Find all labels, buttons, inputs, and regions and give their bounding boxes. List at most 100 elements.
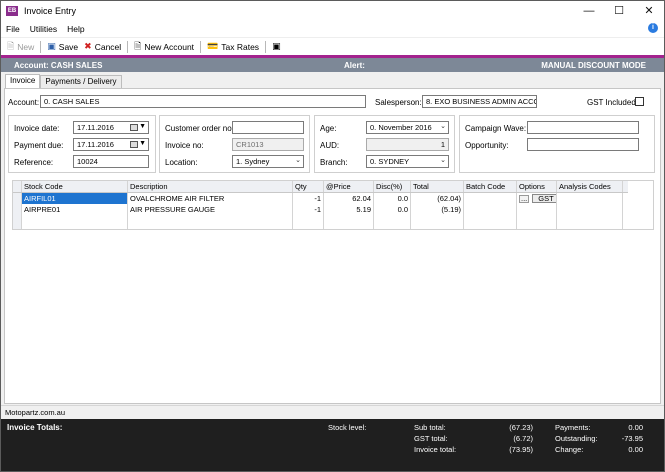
qty-cell[interactable]: -1 [293,204,324,215]
tab-payments-delivery[interactable]: Payments / Delivery [40,75,122,88]
toolbar-separator [200,40,202,53]
status-bar: Motopartz.com.au [1,405,664,418]
subtotal-label: Sub total: [414,423,446,432]
subtotal-value: (67.23) [509,423,533,432]
campaign-wave-field[interactable] [527,121,639,134]
cancel-button[interactable]: ✖ Cancel [81,39,124,54]
aging-group: Age: 0. November 2016 ⌄ AUD: 1 Branch: 0.… [314,115,455,173]
chevron-down-icon[interactable]: ▼ [139,139,146,149]
reference-label: Reference: [14,158,54,167]
qty-cell[interactable]: -1 [293,193,324,204]
toolbar-separator [40,40,42,53]
outstanding-value: -73.95 [621,434,643,443]
calendar-icon[interactable] [130,141,138,148]
invoice-date-picker[interactable]: 17.11.2016 ▼ [73,121,149,134]
age-select[interactable]: 0. November 2016 ⌄ [366,121,449,134]
analysis-codes-cell[interactable] [557,193,623,204]
price-cell[interactable]: 5.19 [324,204,374,215]
location-select[interactable]: 1. Sydney ⌄ [232,155,304,168]
new-button[interactable]: 🗎 New [4,39,37,54]
chevron-down-icon[interactable]: ▼ [139,122,146,132]
table-row[interactable]: AIRFIL01 OVALCHROME AIR FILTER -1 62.04 … [13,193,628,204]
column-header[interactable]: Description [128,181,293,192]
stock-code-cell[interactable]: AIRFIL01 [22,193,128,204]
invoice-totals-panel: Invoice Totals: Stock level: Sub total: … [1,419,664,471]
minimize-icon[interactable]: — [574,1,604,20]
options-ellipsis-button[interactable]: ... [519,195,530,203]
column-header[interactable]: Qty [293,181,324,192]
notes-button[interactable]: ▣ [269,39,287,54]
analysis-codes-cell[interactable] [557,204,623,215]
column-header[interactable]: Options [517,181,557,192]
stock-code-cell[interactable]: AIRPRE01 [22,204,128,215]
maximize-icon[interactable]: ☐ [604,1,634,20]
description-cell[interactable]: AIR PRESSURE GAUGE [128,204,293,215]
tax-rates-button[interactable]: 💳 Tax Rates [204,39,262,54]
new-account-button[interactable]: 🗎 New Account [131,39,197,54]
menu-help[interactable]: Help [67,24,84,34]
discount-cell[interactable]: 0.0 [374,204,411,215]
change-label: Change: [555,445,584,454]
row-indicator[interactable] [13,204,22,215]
new-document-icon: 🗎 [7,40,15,51]
save-button[interactable]: ▣ Save [44,39,81,54]
invoice-total-label: Invoice total: [414,445,457,454]
info-icon[interactable]: i [648,23,658,33]
calendar-icon[interactable] [130,124,138,131]
column-header[interactable]: Analysis Codes [557,181,623,192]
discount-mode-status: MANUAL DISCOUNT MODE [541,60,646,70]
location-label: Location: [165,158,198,167]
cancel-x-icon: ✖ [84,41,92,51]
menu-utilities[interactable]: Utilities [30,24,57,34]
row-indicator[interactable] [13,193,22,204]
gst-total-value: (6.72) [513,434,533,443]
column-header[interactable]: Total [411,181,464,192]
menu-bar: File Utilities Help i [1,20,664,37]
window-title: Invoice Entry [24,5,77,16]
branch-label: Branch: [320,158,348,167]
tab-invoice[interactable]: Invoice [5,74,41,88]
campaign-group: Campaign Wave: Opportunity: [459,115,655,173]
column-header[interactable]: Stock Code [22,181,128,192]
order-group: Customer order no: Invoice no: CR1013 Lo… [159,115,310,173]
options-cell[interactable] [517,204,557,215]
grid-empty-area [13,215,628,229]
branch-select[interactable]: 0. SYDNEY ⌄ [366,155,449,168]
payment-due-picker[interactable]: 17.11.2016 ▼ [73,138,149,151]
batch-code-cell[interactable] [464,193,517,204]
age-label: Age: [320,124,337,133]
column-header[interactable]: Disc(%) [374,181,411,192]
batch-code-cell[interactable] [464,204,517,215]
campaign-wave-label: Campaign Wave: [465,124,527,133]
gst-button[interactable]: GST [532,194,556,203]
chevron-down-icon[interactable]: ⌄ [440,156,446,166]
customer-order-field[interactable] [232,121,304,134]
column-header[interactable]: @Price [324,181,374,192]
salesperson-field[interactable]: 8. EXO BUSINESS ADMIN ACCOUNT [422,95,537,108]
gst-included-checkbox[interactable] [635,97,644,106]
change-value: 0.00 [628,445,643,454]
account-status: Account: CASH SALES [14,60,103,70]
table-row[interactable]: AIRPRE01 AIR PRESSURE GAUGE -1 5.19 0.0 … [13,204,628,215]
chevron-down-icon[interactable]: ⌄ [295,156,301,166]
column-header[interactable]: Batch Code [464,181,517,192]
options-cell: ... GST [517,193,557,204]
account-field[interactable]: 0. CASH SALES [40,95,366,108]
salesperson-label: Salesperson: [375,98,422,107]
reference-field[interactable]: 10024 [73,155,149,168]
menu-file[interactable]: File [6,24,20,34]
gst-included-label: GST Included: [587,98,638,107]
opportunity-field[interactable] [527,138,639,151]
payment-due-label: Payment due: [14,141,64,150]
grid-filler [517,215,557,229]
grid-filler [411,215,464,229]
discount-cell[interactable]: 0.0 [374,193,411,204]
price-cell[interactable]: 62.04 [324,193,374,204]
account-label: Account: [8,98,40,107]
description-cell[interactable]: OVALCHROME AIR FILTER [128,193,293,204]
toolbar: 🗎 New ▣ Save ✖ Cancel 🗎 New Account 💳 Tax Rat… [1,37,664,55]
chevron-down-icon[interactable]: ⌄ [440,122,446,132]
row-indicator [13,215,22,229]
title-bar[interactable]: EB Invoice Entry — ☐ ✕ [1,1,664,20]
close-icon[interactable]: ✕ [634,1,664,20]
